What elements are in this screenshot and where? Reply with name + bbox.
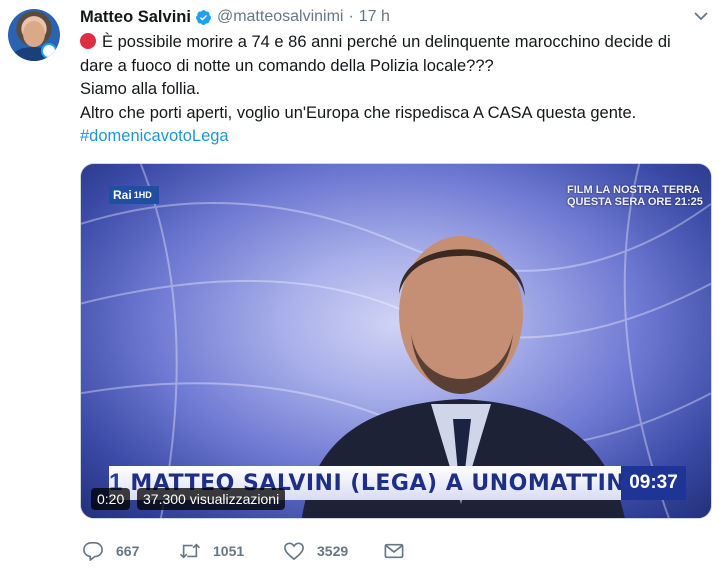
avatar-badge [41, 43, 57, 59]
video-view-count: 37.300 visualizzazioni [137, 488, 286, 510]
tweet-time[interactable]: 17 h [359, 8, 390, 26]
retweet-button[interactable]: 1051 [179, 541, 244, 561]
like-button[interactable]: 3529 [283, 541, 348, 561]
reply-count: 667 [116, 543, 140, 559]
direct-message-button[interactable] [383, 541, 405, 561]
heart-icon [284, 542, 304, 561]
verified-badge-icon [196, 9, 211, 25]
channel-logo: Rai 1HD [109, 186, 159, 204]
author-handle[interactable]: @matteosalvinimi [217, 8, 344, 26]
envelope-icon [384, 543, 404, 559]
tweet-line-4: Altro che porti aperti, voglio un'Europa… [80, 103, 637, 122]
promo-line-1: FILM LA NOSTRA TERRA [567, 184, 701, 196]
retweet-icon [179, 543, 201, 559]
video-elapsed-time: 0:20 [91, 488, 131, 510]
tweet-line-1: È possibile morire a 74 e 86 anni perché… [80, 31, 716, 55]
separator-dot: · [348, 8, 354, 25]
video-player[interactable]: Rai 1HD FILM LA NOSTRA TERRA QUESTA SERA… [80, 163, 712, 519]
tweet-line-2: dare a fuoco di notte un comando della P… [80, 56, 494, 75]
red-circle-emoji [80, 33, 96, 49]
reply-icon [83, 542, 103, 561]
tweet-header: Matteo Salvini @matteosalvinimi · 17 h [80, 6, 390, 28]
chevron-down-icon[interactable] [693, 10, 709, 22]
tweet-text: È possibile morire a 74 e 86 anni perché… [80, 31, 716, 149]
tweet-line-3: Siamo alla follia. [80, 80, 201, 98]
broadcast-clock: 09:37 [621, 466, 686, 500]
channel-logo-sub: 1HD [133, 190, 152, 200]
retweet-count: 1051 [213, 543, 245, 559]
tweet-line-1-text: È possibile morire a 74 e 86 anni perché… [102, 33, 671, 51]
channel-logo-text: Rai [113, 188, 132, 202]
avatar[interactable] [8, 9, 60, 61]
like-count: 3529 [317, 543, 349, 559]
hashtag-link[interactable]: #domenicavotoLega [80, 127, 229, 145]
author-name[interactable]: Matteo Salvini [80, 8, 191, 27]
avatar-face [23, 21, 45, 47]
reply-button[interactable]: 667 [82, 541, 139, 561]
